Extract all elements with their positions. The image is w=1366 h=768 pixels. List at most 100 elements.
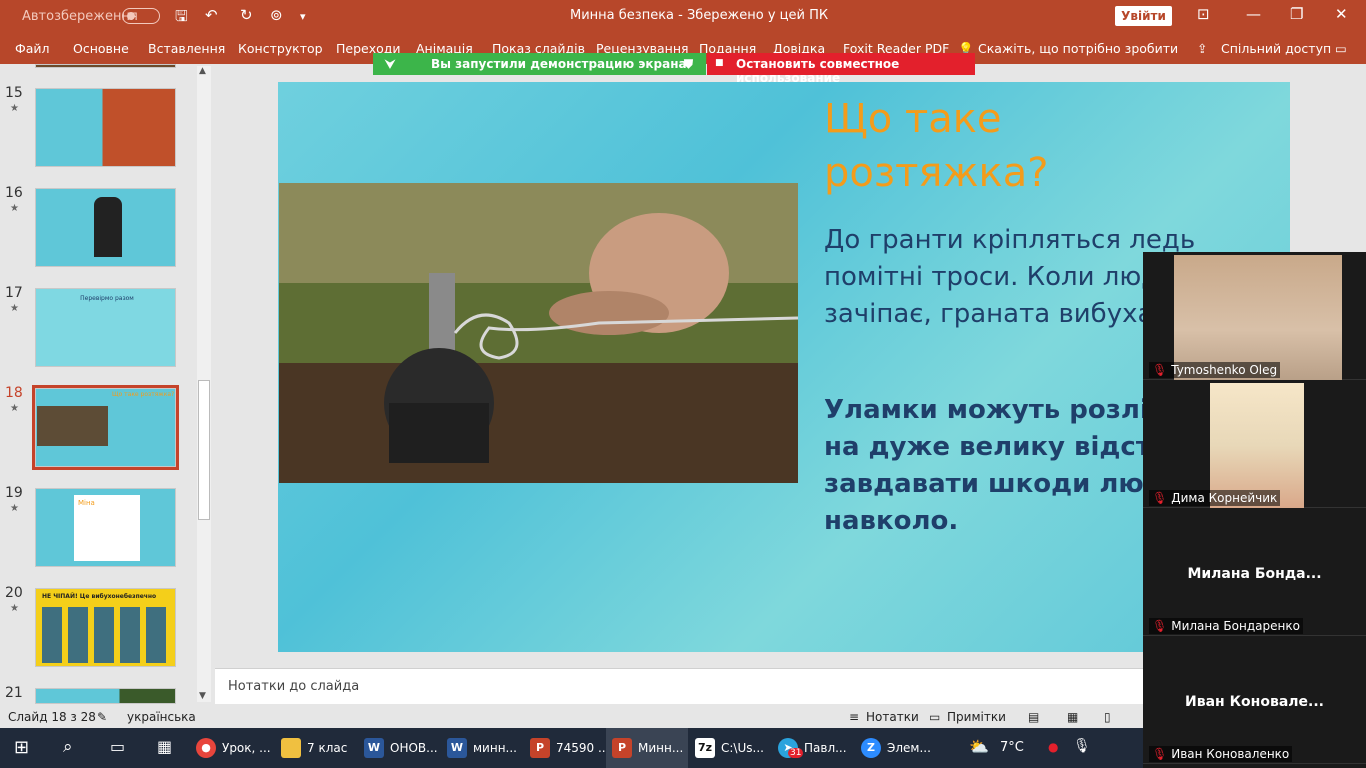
muted-mic-icon: 🎙	[1152, 747, 1168, 761]
7zip-icon: 7z	[695, 738, 715, 758]
windows-start-icon[interactable]: ⊞	[14, 737, 29, 758]
participant-name-tag: 🎙 Милана Бондаренко	[1149, 618, 1303, 634]
person-image	[94, 197, 122, 257]
slide-thumbnail-selected[interactable]: Що таке розтяжка?	[32, 385, 179, 470]
slide-number: 16	[5, 185, 23, 201]
slide-title-line: розтяжка?	[824, 150, 1049, 196]
muted-mic-icon: 🎙	[1152, 619, 1168, 633]
taskbar-item[interactable]: ➤ 31 Павл...	[778, 728, 856, 768]
slide-thumbnail-partial[interactable]	[35, 64, 176, 68]
normal-view-icon[interactable]: ▤	[1028, 710, 1039, 724]
slide-thumbnail[interactable]: Перевірмо разом	[35, 288, 176, 367]
taskbar-item[interactable]: W ОНОВ...	[364, 728, 442, 768]
tray-calendar-icon[interactable]: ●	[1048, 740, 1058, 754]
autosave-label: Автозбереження	[22, 9, 138, 24]
scroll-down-icon[interactable]: ▼	[199, 691, 206, 701]
comments-status-icon: ▭	[929, 710, 941, 724]
participant-name: Иван Коноваленко	[1171, 747, 1290, 761]
taskbar-item[interactable]: P 74590 ...	[530, 728, 610, 768]
taskbar-item[interactable]: ● Урок, ...	[196, 728, 276, 768]
calculator-icon[interactable]: ▦	[157, 737, 172, 756]
taskbar-label: 74590 ...	[556, 741, 610, 755]
participant-tile[interactable]: Иван Коновале... 🎙 Иван Коноваленко	[1143, 636, 1366, 764]
participant-name: Дима Корнейчик	[1171, 491, 1278, 505]
participant-name-tag: 🎙 Дима Корнейчик	[1149, 490, 1281, 506]
participant-display-name: Милана Бонда...	[1187, 566, 1322, 582]
taskbar-item[interactable]: 7 клас	[281, 728, 359, 768]
notes-icon: ≡	[849, 710, 860, 724]
tab-file[interactable]: Файл	[15, 41, 50, 56]
thumbnail-caption: Міна	[78, 499, 95, 507]
save-icon[interactable]: 🖫	[175, 6, 188, 31]
scroll-up-icon[interactable]: ▲	[199, 66, 206, 76]
share-button[interactable]: Спільний доступ	[1221, 41, 1331, 56]
animation-star-icon: ★	[10, 303, 19, 314]
signin-button[interactable]: Увійти	[1115, 6, 1172, 26]
taskbar-label: ОНОВ...	[390, 741, 438, 755]
spellcheck-icon[interactable]: ✎	[97, 710, 107, 724]
customize-icon[interactable]: ▾	[300, 10, 306, 23]
telegram-badge: 31	[788, 748, 804, 758]
tripwire-grenade-photo	[279, 183, 798, 483]
ribbon-display-icon[interactable]: ⊡	[1197, 5, 1210, 23]
taskbar-label: Элем...	[887, 741, 931, 755]
slide-title: Що таке розтяжка?	[824, 92, 1048, 200]
language-label[interactable]: українська	[127, 710, 196, 724]
task-view-icon[interactable]: ▭	[110, 737, 125, 756]
participant-name: Милана Бондаренко	[1171, 619, 1300, 633]
reading-view-icon[interactable]: ▯	[1104, 710, 1111, 724]
slide-thumbnail[interactable]: НЕ ЧІПАЙ! Це вибухонебезпечно	[35, 588, 176, 667]
autosave-toggle[interactable]	[122, 8, 160, 24]
word-icon: W	[364, 738, 384, 758]
present-icon[interactable]: ⊚	[270, 6, 283, 24]
animation-star-icon: ★	[10, 503, 19, 514]
undo-icon[interactable]: ↶	[205, 6, 218, 24]
slide-thumbnail-partial[interactable]	[35, 688, 176, 704]
taskbar-item[interactable]: 7z C:\Us...	[695, 728, 773, 768]
word-icon: W	[447, 738, 467, 758]
stop-icon: ■	[715, 58, 724, 68]
muted-mic-icon: 🎙	[1152, 491, 1168, 505]
slide-title-line: Що таке	[824, 96, 1002, 142]
taskbar-label: Урок, ...	[222, 741, 271, 755]
photo-thumbnail	[37, 406, 108, 446]
restore-icon[interactable]: ❐	[1290, 5, 1303, 23]
thumbnail-scrollbar[interactable]: ▲ ▼	[197, 66, 211, 702]
slide-thumbnail[interactable]	[35, 88, 176, 167]
comments-icon[interactable]: ▭	[1335, 41, 1347, 56]
comments-toggle[interactable]: Примітки	[947, 710, 1006, 724]
participant-tile[interactable]: 🎙 Дима Корнейчик	[1143, 380, 1366, 508]
taskbar-item[interactable]: W минн...	[447, 728, 525, 768]
tab-home[interactable]: Основне	[73, 41, 129, 56]
slide-canvas[interactable]: Що таке розтяжка? До гранти кріпляться л…	[278, 82, 1290, 652]
slide-thumbnail[interactable]	[35, 188, 176, 267]
participant-name: Tymoshenko Oleg	[1171, 363, 1278, 377]
tab-insert[interactable]: Вставлення	[148, 41, 225, 56]
share-icon: ⇪	[1197, 41, 1208, 56]
weather-temperature[interactable]: 7°C	[1000, 740, 1024, 755]
taskbar-item[interactable]: Z Элем...	[861, 728, 939, 768]
participant-tile[interactable]: Милана Бонда... 🎙 Милана Бондаренко	[1143, 508, 1366, 636]
tab-design[interactable]: Конструктор	[238, 41, 323, 56]
scrollbar-thumb[interactable]	[198, 380, 210, 520]
animation-star-icon: ★	[10, 603, 19, 614]
search-icon[interactable]: ⌕	[63, 737, 73, 757]
notes-toggle[interactable]: Нотатки	[866, 710, 919, 724]
slide-sorter-icon[interactable]: ▦	[1067, 710, 1078, 724]
slide-thumbnail[interactable]: Міна	[35, 488, 176, 567]
microphone-icon[interactable]: 🎙	[1073, 738, 1091, 754]
minimize-icon[interactable]: —	[1246, 5, 1261, 23]
thumbnail-caption: НЕ ЧІПАЙ! Це вибухонебезпечно	[42, 593, 157, 600]
powerpoint-icon: P	[612, 738, 632, 758]
redo-icon[interactable]: ↻	[240, 6, 253, 24]
taskbar-label: 7 клас	[307, 741, 348, 755]
tell-me-search[interactable]: Скажіть, що потрібно зробити	[978, 41, 1178, 56]
participant-tile[interactable]: 🎙 Tymoshenko Oleg	[1143, 252, 1366, 380]
window-title: Минна безпека - Збережено у цей ПК	[570, 8, 829, 23]
folder-icon	[281, 738, 301, 758]
stop-sharing-button[interactable]: ■ Остановить совместное использование	[707, 53, 975, 85]
close-icon[interactable]: ✕	[1335, 5, 1348, 23]
powerpoint-icon: P	[530, 738, 550, 758]
taskbar-item-active[interactable]: P Минн...	[606, 728, 688, 768]
pin-icon[interactable]: ⮟	[385, 57, 395, 72]
